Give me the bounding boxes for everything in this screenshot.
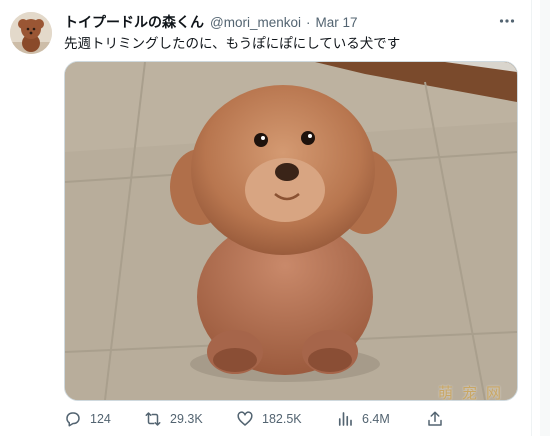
display-name[interactable]: トイプードルの森くん [64,12,204,32]
tweet-photo[interactable] [64,61,518,401]
share-button[interactable] [426,406,452,432]
retweet-icon [144,410,162,428]
views-chart-icon [336,410,354,428]
timeline-divider [531,0,532,436]
share-icon [426,410,444,428]
tweet-header: トイプードルの森くん @mori_menkoi · Mar 17 [64,12,358,32]
avatar[interactable] [10,12,52,54]
tweet-text: 先週トリミングしたのに、もうぽにぽにしている犬です [64,36,401,51]
separator-dot: · [305,14,311,30]
view-count: 6.4M [362,412,390,426]
retweet-button[interactable]: 29.3K [144,406,203,432]
reply-count: 124 [90,412,111,426]
like-button[interactable]: 182.5K [236,406,302,432]
retweet-count: 29.3K [170,412,203,426]
tweet-actions: 124 29.3K 182.5K 6.4M [64,406,514,432]
scrollbar[interactable] [540,0,550,436]
views-button[interactable]: 6.4M [336,406,390,432]
heart-icon [236,410,254,428]
reply-icon [64,410,82,428]
reply-button[interactable]: 124 [64,406,111,432]
more-horizontal-icon [499,19,515,23]
like-count: 182.5K [262,412,302,426]
user-handle[interactable]: @mori_menkoi [210,15,301,30]
more-options-button[interactable] [494,10,520,32]
watermark: 萌宠网 [438,384,511,402]
tweet-date[interactable]: Mar 17 [315,15,357,30]
